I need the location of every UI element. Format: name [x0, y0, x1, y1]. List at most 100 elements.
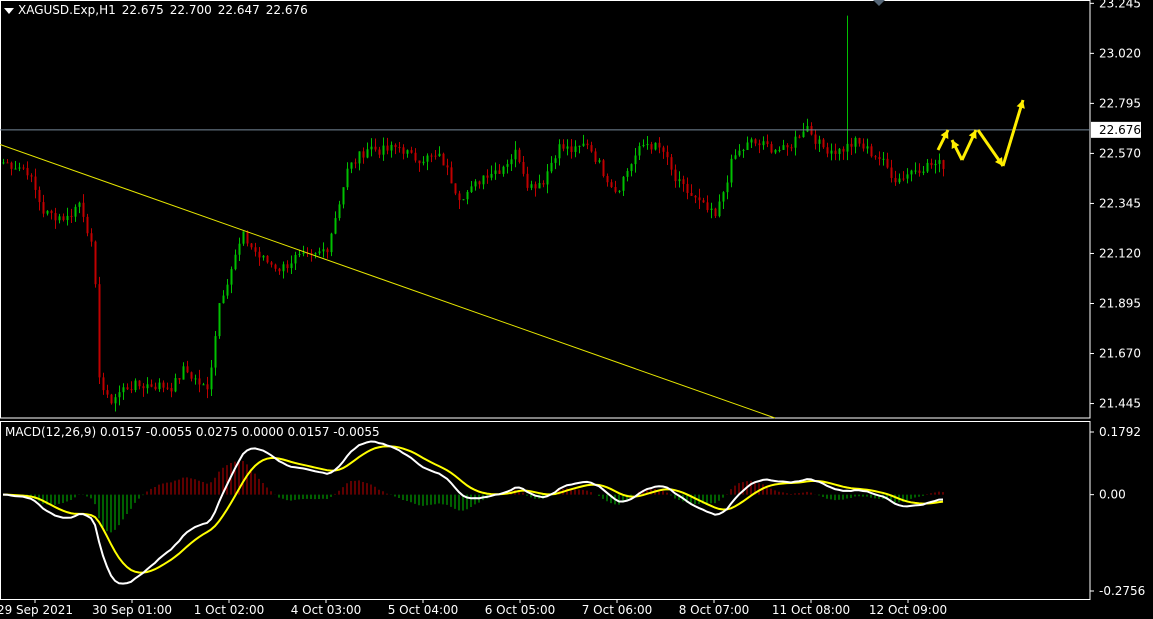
y-tick-label: 22.345	[1099, 196, 1141, 210]
candle-body	[410, 150, 413, 153]
candle-body	[822, 139, 825, 148]
candle-body	[550, 162, 553, 172]
candle-body	[374, 146, 377, 150]
scroll-marker-icon	[873, 0, 885, 6]
y-tick-label: 21.445	[1099, 397, 1141, 411]
candle-body	[142, 386, 145, 389]
x-tick-label: 12 Oct 09:00	[869, 603, 947, 617]
candle-body	[366, 149, 369, 158]
open-value: 22.675	[121, 3, 164, 17]
candle-body	[238, 243, 241, 255]
candle-body	[538, 183, 541, 189]
y-tick-label: 21.670	[1099, 347, 1141, 361]
candle-body	[518, 149, 521, 162]
candle-body	[818, 139, 821, 144]
candle-body	[770, 144, 773, 153]
candle-body	[278, 268, 281, 272]
candle-body	[190, 372, 193, 379]
candle-body	[202, 384, 205, 386]
candle-body	[406, 150, 409, 154]
candle-body	[158, 382, 161, 390]
candle-body	[38, 189, 41, 203]
candle-body	[502, 166, 505, 174]
candle-body	[918, 170, 921, 173]
y-tick-label: 23.020	[1099, 46, 1141, 60]
candle-body	[194, 378, 197, 380]
candle-body	[274, 264, 277, 269]
candle-body	[474, 181, 477, 187]
candle-body	[174, 378, 177, 392]
candle-body	[330, 233, 333, 253]
candle-body	[74, 206, 77, 217]
candle-body	[146, 384, 149, 389]
candle-body	[2, 162, 5, 164]
projection-arrow	[1001, 99, 1025, 167]
candle-body	[766, 141, 769, 145]
candle-body	[914, 170, 917, 172]
candle-body	[782, 145, 785, 150]
candle-body	[574, 146, 577, 152]
candle-body	[762, 141, 765, 146]
candle-body	[742, 150, 745, 152]
candle-body	[698, 197, 701, 201]
candle-body	[682, 179, 685, 184]
candle-body	[806, 126, 809, 132]
candle-body	[390, 144, 393, 151]
candle-body	[554, 158, 557, 163]
chart-canvas: 23.245 23.020 22.795 22.570 22.345 22.120 21.8…	[0, 0, 1145, 617]
candle-body	[654, 142, 657, 150]
candle-body	[350, 162, 353, 169]
candle-body	[934, 163, 937, 166]
candle-body	[50, 210, 53, 214]
candle-body	[402, 147, 405, 154]
candle-body	[78, 202, 81, 207]
candle-body	[754, 139, 757, 144]
macd-tick-label: 0.1792	[1099, 425, 1141, 439]
candle-body	[294, 254, 297, 264]
chevron-down-icon[interactable]	[4, 7, 14, 14]
candle-body	[198, 378, 201, 385]
candle-body	[690, 193, 693, 196]
candle-body	[414, 152, 417, 161]
candle-body	[534, 184, 537, 189]
candle-body	[666, 151, 669, 158]
candle-body	[354, 162, 357, 164]
low-value: 22.647	[217, 3, 260, 17]
candle-body	[298, 253, 301, 255]
chart-header: XAGUSD.Exp,H1 22.675 22.700 22.647 22.676	[4, 3, 308, 17]
candle-body	[642, 144, 645, 147]
candle-body	[322, 249, 325, 252]
candle-body	[446, 165, 449, 168]
candle-body	[498, 170, 501, 174]
candle-body	[850, 143, 853, 147]
candle-body	[926, 162, 929, 172]
candle-body	[58, 216, 61, 221]
candle-body	[222, 295, 225, 304]
candle-body	[774, 150, 777, 153]
candle-body	[362, 151, 365, 158]
candle-body	[566, 146, 569, 149]
candle-body	[162, 382, 165, 388]
candle-body	[26, 167, 29, 176]
candle-body	[594, 151, 597, 162]
candle-body	[494, 170, 497, 174]
y-tick-label: 23.245	[1099, 0, 1141, 10]
candle-body	[458, 193, 461, 201]
candle-body	[138, 380, 141, 387]
y-tick-label: 22.795	[1099, 96, 1141, 110]
candle-body	[694, 195, 697, 198]
candle-body	[154, 386, 157, 390]
candle-body	[490, 173, 493, 178]
candle-body	[442, 153, 445, 166]
candle-body	[166, 387, 169, 389]
candle-body	[254, 247, 257, 252]
candle-body	[634, 155, 637, 165]
candle-body	[318, 251, 321, 254]
candle-body	[326, 249, 329, 253]
candle-body	[838, 148, 841, 154]
candle-body	[134, 380, 137, 391]
candle-body	[706, 202, 709, 211]
candle-body	[434, 155, 437, 157]
candle-body	[6, 162, 9, 164]
candle-body	[674, 169, 677, 182]
